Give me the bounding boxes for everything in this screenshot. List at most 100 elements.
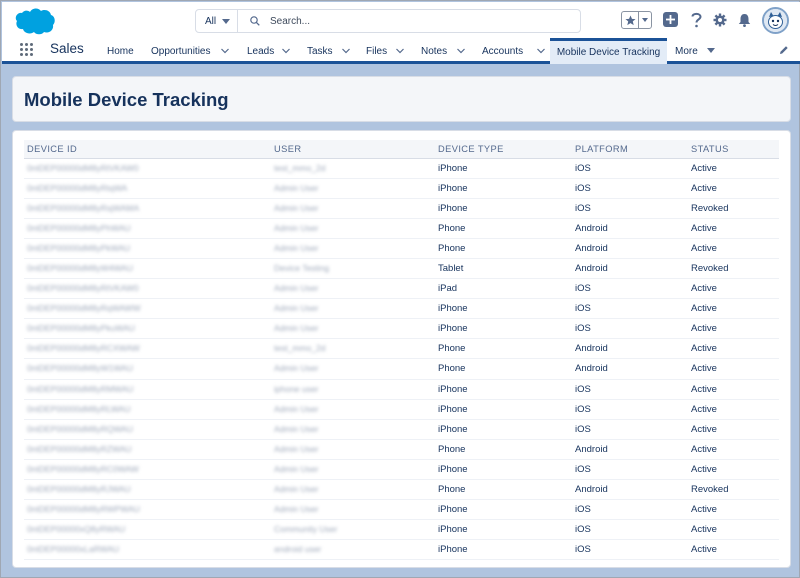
table-row[interactable]: 0ntDEP00000dM8yPkuWAU Admin User iPhone iOS… — [24, 318, 779, 340]
plus-icon[interactable] — [663, 12, 678, 27]
cell-device-id-text: 0ntDEP00000dM8yW4WAU — [27, 263, 133, 274]
column-header-device-type[interactable]: DEVICE TYPE — [435, 140, 572, 159]
nav-item-label: Home — [107, 45, 134, 57]
app-launcher-icon[interactable] — [20, 43, 34, 57]
gear-icon[interactable] — [712, 12, 728, 28]
cell-user: Admin User — [271, 459, 435, 481]
cell-platform: iOS — [572, 198, 688, 219]
table-row[interactable]: 0ntDEP00000dM8yRtVKAW0 test_mmo_2d iPhone i… — [24, 158, 779, 179]
cell-status: Active — [688, 298, 779, 320]
cell-platform: iOS — [572, 379, 688, 400]
chevron-down-icon[interactable] — [457, 47, 465, 55]
chevron-down-icon[interactable] — [282, 47, 290, 55]
chevron-down-icon[interactable] — [221, 47, 229, 55]
favorites-menu-icon[interactable] — [639, 18, 651, 22]
table-row[interactable]: 0ntDEP00000dM8yW4WAU Device Testing Tablet… — [24, 258, 779, 280]
table-row[interactable]: 0ntDEP00000xQ8yRWAU Community User iPhone i… — [24, 519, 779, 541]
salesforce-logo-icon[interactable] — [12, 6, 56, 36]
cell-user: Admin User — [271, 218, 435, 239]
chevron-down-icon[interactable] — [396, 47, 404, 55]
cell-device-type: iPhone — [435, 419, 572, 440]
app-frame: All Search... Sales Home Opportunities L… — [0, 0, 800, 578]
search-scope-label: All — [205, 15, 217, 27]
cell-platform: Android — [572, 338, 688, 360]
avatar[interactable] — [762, 7, 789, 34]
table-row[interactable]: 0ntDEP00000dM8yRQWAU Admin User iPhone iOS A… — [24, 419, 779, 440]
cell-user: Admin User — [271, 399, 435, 420]
table-row[interactable]: 0ntDEP00000dM8yRsjWAMA Admin User iPhone iO… — [24, 198, 779, 219]
pencil-icon[interactable] — [779, 45, 789, 55]
nav-item-more[interactable]: More — [675, 38, 719, 64]
question-icon[interactable] — [689, 11, 703, 28]
table-row[interactable]: 0ntDEP00000dM8yRWPWAU Admin User iPhone iOS… — [24, 499, 779, 521]
cell-user-text: Admin User — [274, 363, 319, 374]
cell-device-id: 0ntDEP00000dM8yRtqWA — [24, 178, 271, 199]
table-row[interactable]: 0ntDEP00000dM8yRZWAU Admin User Phone Andro… — [24, 439, 779, 460]
cell-device-type: Phone — [435, 218, 572, 239]
column-header-device-id[interactable]: DEVICE ID — [24, 140, 271, 159]
cell-device-id: 0ntDEP00000dM8yRMWAU — [24, 379, 271, 400]
column-header-platform[interactable]: PLATFORM — [572, 140, 688, 159]
cell-status: Active — [688, 419, 779, 440]
cell-user: test_mmo_2d — [271, 338, 435, 360]
nav-item-label: Files — [366, 45, 388, 57]
nav-item-home[interactable]: Home — [107, 38, 134, 64]
cell-platform: iOS — [572, 178, 688, 199]
table-row[interactable]: 0ntDEP00000xLaRWAU android user iPhone iOS A… — [24, 539, 779, 561]
nav-item-label: More — [675, 45, 698, 57]
cell-device-id-text: 0ntDEP00000dM8yRZWAU — [27, 443, 132, 454]
cell-device-id: 0ntDEP00000dM8yRCXWAW — [24, 338, 271, 360]
cell-device-id: 0ntDEP00000dM8yRJWAU — [24, 479, 271, 501]
navigation-bar: Sales Home Opportunities Leads Tasks Fil… — [2, 38, 800, 64]
cell-platform: iOS — [572, 298, 688, 320]
cell-device-id-text: 0ntDEP00000dM8yRtqWA — [27, 182, 128, 193]
cell-status: Active — [688, 499, 779, 521]
nav-item-leads[interactable]: Leads — [247, 38, 295, 64]
column-header-status[interactable]: STATUS — [688, 140, 779, 159]
cell-user: android user — [271, 539, 435, 561]
column-header-user[interactable]: USER — [271, 140, 435, 159]
table-row[interactable]: 0ntDEP00000dM8yW1WAU Admin User Phone Andro… — [24, 358, 779, 380]
cell-status: Revoked — [688, 258, 779, 280]
favorites-button[interactable] — [621, 11, 652, 29]
cell-device-id-text: 0ntDEP00000dM8yW1WAU — [27, 363, 133, 374]
search-input[interactable] — [270, 15, 550, 27]
nav-item-accounts[interactable]: Accounts — [482, 38, 546, 64]
nav-item-notes[interactable]: Notes — [421, 38, 468, 64]
cell-user-text: test_mmo_2d — [274, 343, 326, 354]
cell-status: Active — [688, 178, 779, 199]
star-icon[interactable] — [622, 12, 639, 28]
cell-device-id-text: 0ntDEP00000dM8yPkuWAU — [27, 323, 135, 334]
nav-item-opportunities[interactable]: Opportunities — [151, 38, 237, 64]
cell-user: Admin User — [271, 479, 435, 501]
table-row[interactable]: 0ntDEP00000dM8yRtqWA Admin User iPhone iOS A… — [24, 178, 779, 199]
chevron-down-icon[interactable] — [537, 47, 545, 55]
table-row[interactable]: 0ntDEP00000dM8yPkWAU Admin User Phone Andro… — [24, 238, 779, 259]
bell-icon[interactable] — [736, 12, 752, 28]
cell-user-text: Admin User — [274, 303, 319, 314]
table-row[interactable]: 0ntDEP00000dM8yPhWAU Admin User Phone Andro… — [24, 218, 779, 239]
chevron-down-icon[interactable] — [342, 47, 350, 55]
nav-item-files[interactable]: Files — [366, 38, 406, 64]
cell-status: Active — [688, 519, 779, 541]
cell-status: Revoked — [688, 479, 779, 501]
table-row[interactable]: 0ntDEP00000dM8yRJWAU Admin User Phone Andro… — [24, 479, 779, 501]
table-row[interactable]: 0ntDEP00000dM8yRqWAWW Admin User iPhone iOS… — [24, 298, 779, 320]
table-row[interactable]: 0ntDEP00000dM8yRMWAU iphone user iPhone iOS… — [24, 379, 779, 400]
cell-user-text: Admin User — [274, 323, 319, 334]
table-row[interactable]: 0ntDEP00000dM8yRCXWAW test_mmo_2d Phone And… — [24, 338, 779, 360]
cell-device-type: iPhone — [435, 178, 572, 199]
cell-device-id: 0ntDEP00000xQ8yRWAU — [24, 519, 271, 541]
table-row[interactable]: 0ntDEP00000dM8yRLWAU Admin User iPhone iOS A… — [24, 399, 779, 420]
search-field[interactable] — [238, 10, 580, 32]
tab-mobile-device-tracking[interactable]: Mobile Device Tracking — [550, 38, 667, 64]
table-row[interactable]: 0ntDEP00000dM8yRtVKAW0 Admin User iPad iOS A… — [24, 278, 779, 300]
search-scope-dropdown[interactable]: All — [196, 10, 238, 32]
cell-device-id: 0ntDEP00000dM8yRQWAU — [24, 419, 271, 440]
chevron-down-icon — [222, 18, 231, 24]
cell-user-text: Admin User — [274, 202, 319, 213]
cell-status: Active — [688, 218, 779, 239]
cell-device-type: iPhone — [435, 318, 572, 340]
table-row[interactable]: 0ntDEP00000dM8yRC0WAW Admin User iPhone iOS… — [24, 459, 779, 481]
nav-item-tasks[interactable]: Tasks — [307, 38, 355, 64]
